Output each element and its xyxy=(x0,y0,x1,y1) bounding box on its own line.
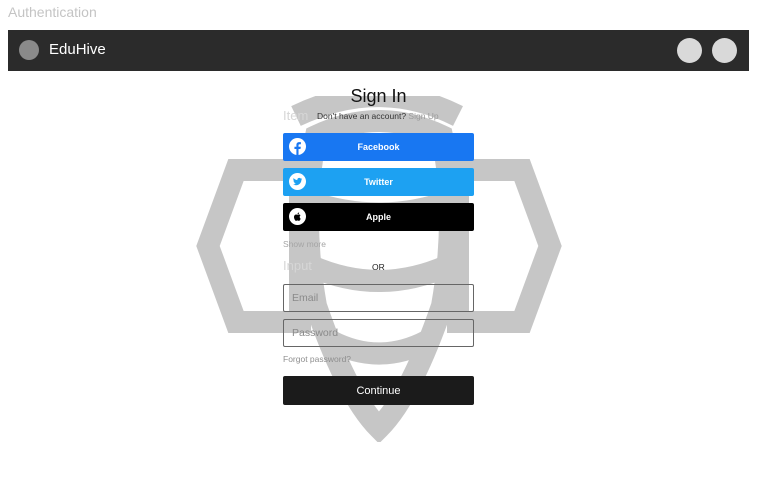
signup-link[interactable]: Sign Up xyxy=(408,111,438,121)
facebook-label: Facebook xyxy=(357,142,400,152)
forgot-password-link[interactable]: Forgot password? xyxy=(283,354,351,364)
or-divider: OR xyxy=(372,262,385,272)
twitter-login-button[interactable]: Twitter xyxy=(283,168,474,196)
apple-label: Apple xyxy=(365,212,391,222)
twitter-icon xyxy=(289,173,306,190)
email-field[interactable] xyxy=(283,284,474,312)
show-more-link[interactable]: Show more xyxy=(283,239,326,249)
continue-button[interactable]: Continue xyxy=(283,376,474,405)
page-title: Sign In xyxy=(350,86,407,106)
facebook-login-button[interactable]: Facebook xyxy=(283,133,474,161)
apple-login-button[interactable]: Apple xyxy=(283,203,474,231)
ghost-label-input: Input xyxy=(283,258,312,273)
signup-prompt-text: Don't have an account? xyxy=(317,111,407,121)
password-field[interactable] xyxy=(283,319,474,347)
apple-icon xyxy=(289,208,306,225)
facebook-icon xyxy=(289,138,306,155)
signup-prompt: Don't have an account? Sign Up xyxy=(317,111,439,121)
ghost-label-item: Item xyxy=(283,108,309,123)
twitter-label: Twitter xyxy=(364,177,393,187)
